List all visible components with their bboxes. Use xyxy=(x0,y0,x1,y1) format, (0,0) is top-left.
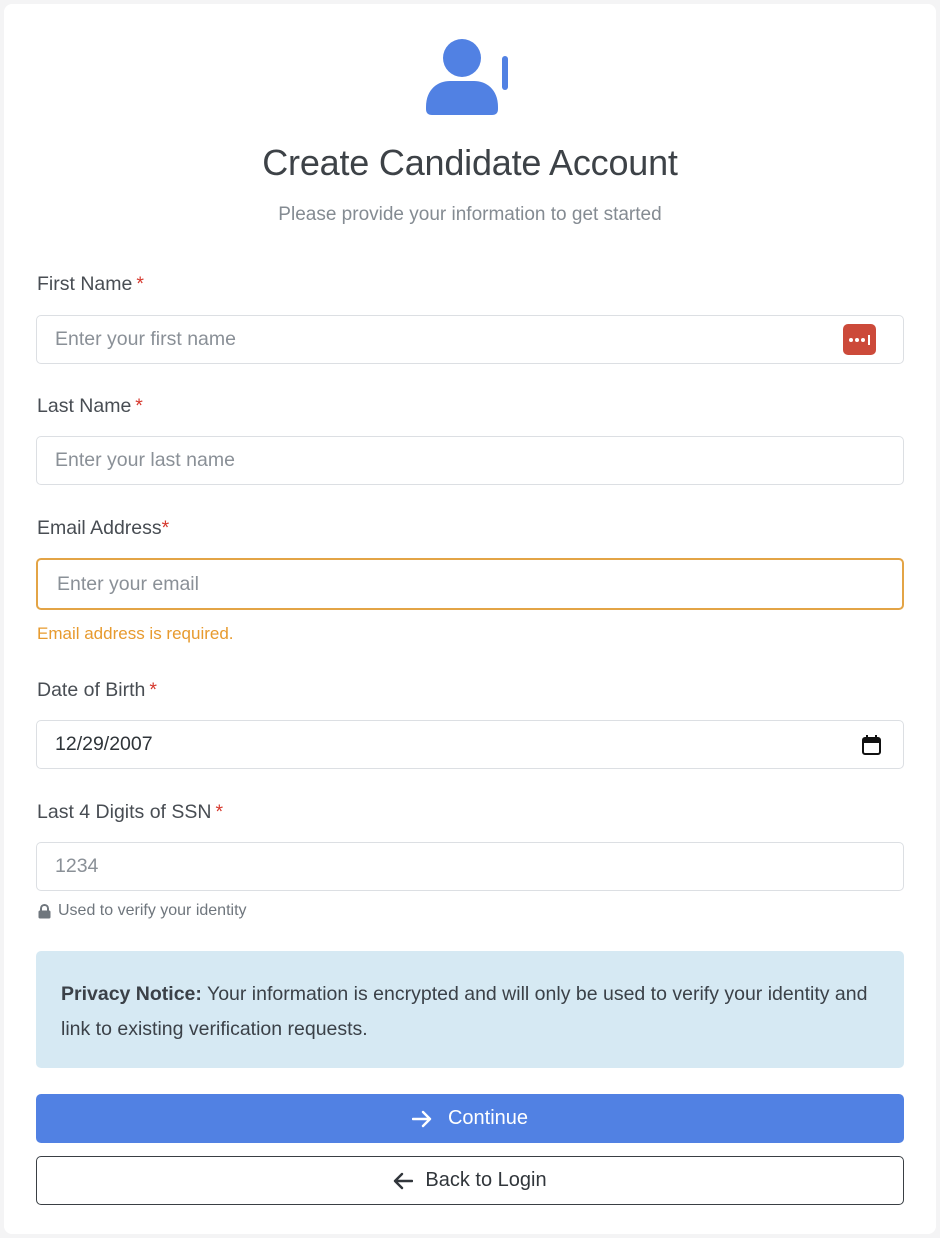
user-plus-icon xyxy=(426,39,508,115)
ssn-hint-text: Used to verify your identity xyxy=(58,902,247,919)
dob-label: Date of Birth * xyxy=(37,679,157,702)
dob-input[interactable]: 12/29/2007 xyxy=(36,720,904,769)
required-mark: * xyxy=(161,517,170,539)
last-name-label: Last Name * xyxy=(37,395,143,418)
email-label-text: Email Address xyxy=(37,517,162,539)
required-mark: * xyxy=(135,395,143,417)
ssn-label-text: Last 4 Digits of SSN xyxy=(37,801,212,823)
email-error-message: Email address is required. xyxy=(37,624,234,643)
calendar-icon[interactable] xyxy=(862,735,881,755)
ssn-hint: Used to verify your identity xyxy=(38,902,247,920)
ssn-placeholder: 1234 xyxy=(55,855,99,877)
last-name-input[interactable]: Enter your last name xyxy=(36,436,904,485)
arrow-right-icon xyxy=(411,1110,432,1127)
arrow-left-icon xyxy=(394,1172,414,1189)
required-mark: * xyxy=(149,679,157,701)
password-manager-icon[interactable] xyxy=(843,324,876,355)
first-name-placeholder: Enter your first name xyxy=(55,328,236,350)
page-subtitle: Please provide your information to get s… xyxy=(278,204,662,225)
privacy-notice: Privacy Notice: Your information is encr… xyxy=(36,951,904,1068)
lock-icon xyxy=(38,903,51,918)
first-name-label: First Name * xyxy=(37,273,144,296)
required-mark: * xyxy=(215,801,224,823)
email-placeholder: Enter your email xyxy=(57,572,199,595)
back-to-login-label: Back to Login xyxy=(425,1169,547,1191)
last-name-placeholder: Enter your last name xyxy=(55,449,235,471)
email-input[interactable]: Enter your email xyxy=(36,558,904,610)
first-name-input[interactable]: Enter your first name xyxy=(36,315,904,364)
last-name-label-text: Last Name xyxy=(37,395,132,417)
privacy-notice-title: Privacy Notice: xyxy=(61,983,202,1005)
first-name-label-text: First Name xyxy=(37,273,133,295)
back-to-login-button[interactable]: Back to Login xyxy=(36,1156,904,1205)
required-mark: * xyxy=(136,273,144,295)
continue-button[interactable]: Continue xyxy=(36,1094,904,1143)
signup-card: Create Candidate Account Please provide … xyxy=(4,4,936,1234)
ssn-input[interactable]: 1234 xyxy=(36,842,904,891)
page-title: Create Candidate Account xyxy=(262,142,678,183)
continue-label: Continue xyxy=(447,1107,529,1129)
dob-label-text: Date of Birth xyxy=(37,679,146,701)
ssn-label: Last 4 Digits of SSN * xyxy=(37,801,223,824)
dob-value: 12/29/2007 xyxy=(55,733,153,755)
email-label: Email Address* xyxy=(37,517,169,540)
